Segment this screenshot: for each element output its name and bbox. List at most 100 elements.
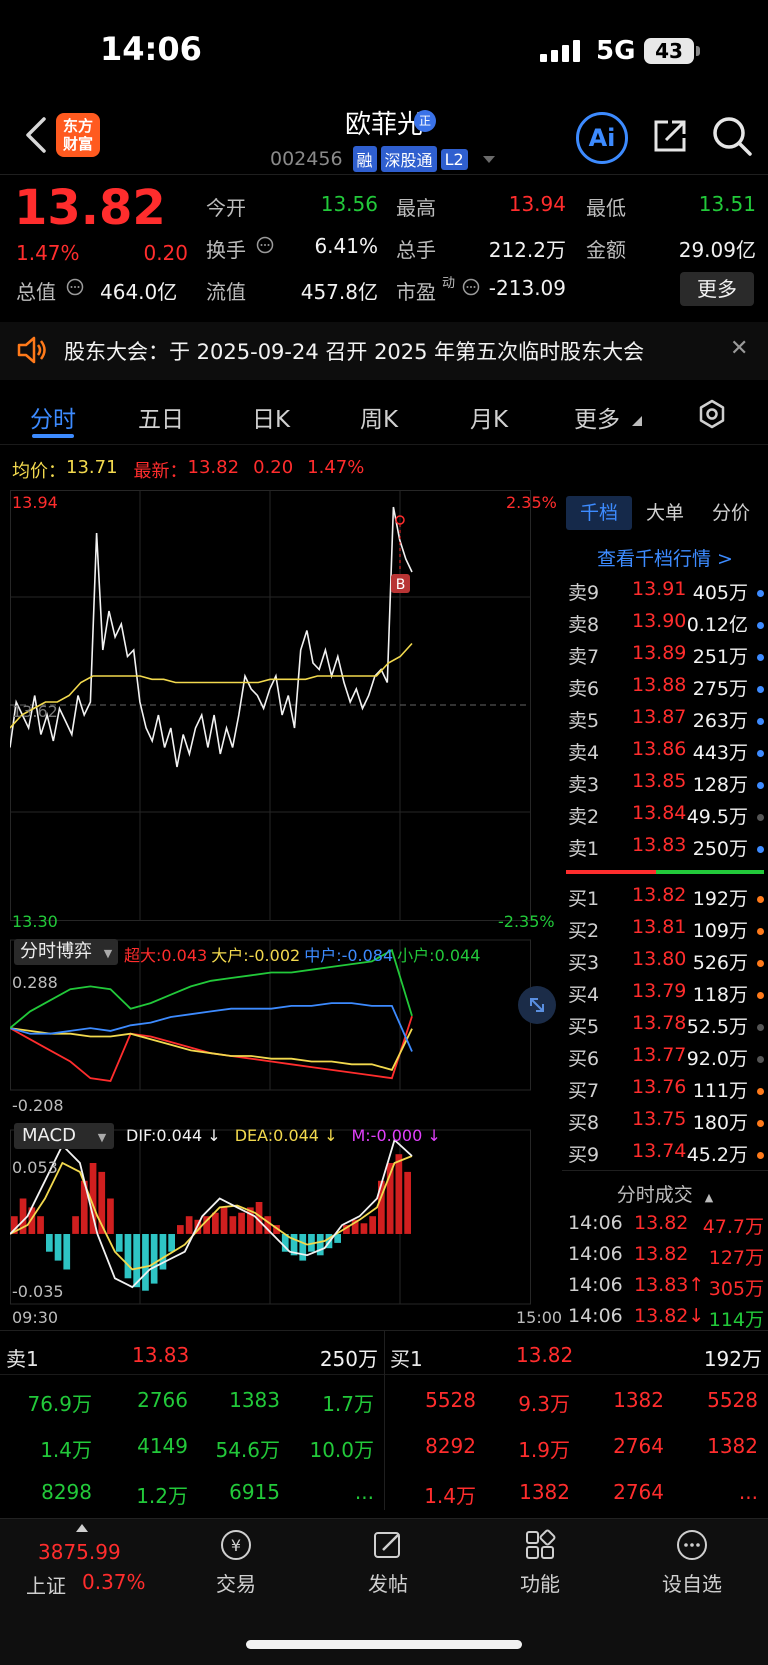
ask-row[interactable]: 卖6 13.88 275万 [566,674,766,706]
tab-five-day[interactable]: 五日 [138,400,184,434]
info-icon[interactable] [462,278,480,296]
tab-price-distribution[interactable]: 分价 [698,496,764,530]
bid-price: 13.74 [632,1140,687,1162]
bid-level: 买4 [568,984,600,1006]
nav-trade[interactable]: ¥ 交易 [186,1528,286,1597]
stock-code: 002456 [270,148,343,170]
pe-value: -213.09 [488,276,566,300]
tick-price: 13.82 [634,1243,689,1265]
tab-intraday[interactable]: 分时 [30,400,76,434]
ask-row[interactable]: 卖7 13.89 251万 [566,642,766,674]
index-name[interactable]: 上证 [26,1570,66,1599]
bid-dot-icon [757,928,764,935]
bid-volume: 92.0万 [686,1048,748,1070]
bid-level: 买9 [568,1144,600,1166]
gear-icon[interactable] [696,398,728,430]
bid-price: 13.81 [632,916,687,938]
volume-label: 总手 [396,238,436,262]
bid-queue-cell: 1382 [707,1434,758,1458]
latest-pct: 1.47% [307,457,365,478]
tab-big-orders[interactable]: 大单 [632,496,698,530]
tag-margin: 融 [352,146,377,172]
share-icon[interactable] [650,116,690,156]
amount-label: 金额 [586,238,626,262]
macd-selector[interactable]: MACD ▼ [14,1123,115,1149]
tick-row: 14:06 13.83↑ 305万 [566,1274,766,1306]
ask-row[interactable]: 卖2 13.84 49.5万 [566,802,766,834]
status-time: 14:06 [100,30,202,68]
ask-price: 13.86 [632,738,687,760]
macd-panel [10,1138,413,1291]
bid-row[interactable]: 买7 13.76 111万 [566,1076,766,1108]
more-button[interactable]: 更多 [680,272,754,306]
queue-ask-price: 13.83 [132,1343,190,1367]
legend-big: 超大:0.043 [124,946,208,965]
macd-bar [404,1171,411,1234]
game-selector[interactable]: 分时博弈 ▼ [14,939,119,965]
bid-price: 13.77 [632,1044,687,1066]
ask-row[interactable]: 卖8 13.90 0.12亿 [566,610,766,642]
bid-row[interactable]: 买5 13.78 52.5万 [566,1012,766,1044]
search-icon[interactable] [710,114,754,158]
pe-superscript: 动 [442,276,456,291]
ask-queue-cell: 8298 [41,1480,92,1504]
ask-dot-icon [757,782,764,789]
chevron-down-icon: ▼ [97,1131,107,1144]
nav-functions[interactable]: 功能 [490,1528,590,1597]
macd-bar [395,1154,403,1234]
bid-dot-icon [757,992,764,999]
info-icon[interactable] [256,236,274,254]
ask-row[interactable]: 卖3 13.85 128万 [566,770,766,802]
price-panel: B [10,506,413,768]
ask-row[interactable]: 卖9 13.91 405万 [566,578,766,610]
chevron-up-icon: ▲ [704,1191,714,1204]
bid-queue-cell: 2764 [613,1480,664,1504]
ask-row[interactable]: 卖4 13.86 443万 [566,738,766,770]
ask-row[interactable]: 卖1 13.83 250万 [566,834,766,866]
bid-row[interactable]: 买6 13.77 92.0万 [566,1044,766,1076]
tab-more[interactable]: 更多 [574,400,620,434]
expand-button[interactable] [518,986,556,1024]
bid-volume: 192万 [692,888,748,910]
bid-dot-icon [757,1056,764,1063]
nav-watchlist[interactable]: 设自选 [642,1528,742,1597]
tab-monthly-k[interactable]: 月K [470,400,508,434]
bid-row[interactable]: 买9 13.74 45.2万 [566,1140,766,1172]
macd-bar [63,1234,71,1270]
bid-row[interactable]: 买3 13.80 526万 [566,948,766,980]
ask-row[interactable]: 卖5 13.87 263万 [566,706,766,738]
game-line-big [10,1015,413,1082]
intraday-chart[interactable]: B [10,490,562,1330]
orderbook-split-bar [566,870,764,874]
nav-post[interactable]: 发帖 [338,1528,438,1597]
macd-bar [124,1234,132,1279]
chevron-up-icon [76,1524,88,1532]
ai-button[interactable]: Ai [576,112,628,164]
tick-price: 13.83↑ [634,1274,705,1296]
info-icon[interactable] [66,278,84,296]
ask-price: 13.91 [632,578,687,600]
bid-row[interactable]: 买1 13.82 192万 [566,884,766,916]
ask-price: 13.89 [632,642,687,664]
view-depth-link[interactable]: 查看千档行情 > [566,544,764,571]
stock-code-row[interactable]: 002456 融 深股通 L2 [270,146,498,172]
tab-weekly-k[interactable]: 周K [360,400,398,434]
index-value[interactable]: 3875.99 [38,1540,121,1564]
tab-daily-k[interactable]: 日K [252,400,290,434]
bid-level: 买3 [568,952,600,974]
tab-level-thousand[interactable]: 千档 [566,496,632,530]
tick-volume: 305万 [708,1278,764,1300]
ask-volume: 263万 [692,710,748,732]
notice-text[interactable]: 股东大会：于 2025-09-24 召开 2025 年第五次临时股东大会 [64,336,644,366]
ticks-title[interactable]: 分时成交 ▲ [566,1180,764,1207]
bid-row[interactable]: 买4 13.79 118万 [566,980,766,1012]
tag-level2: L2 [440,148,468,170]
ask-dot-icon [757,686,764,693]
index-pct[interactable]: 0.37% [82,1570,146,1594]
bid-row[interactable]: 买2 13.81 109万 [566,916,766,948]
close-icon[interactable]: ✕ [730,336,748,361]
macd-min-label: -0.035 [12,1282,64,1301]
ask-queue-cell: 1.7万 [322,1392,374,1416]
bid-row[interactable]: 买8 13.75 180万 [566,1108,766,1140]
ask-level: 卖6 [568,678,600,700]
